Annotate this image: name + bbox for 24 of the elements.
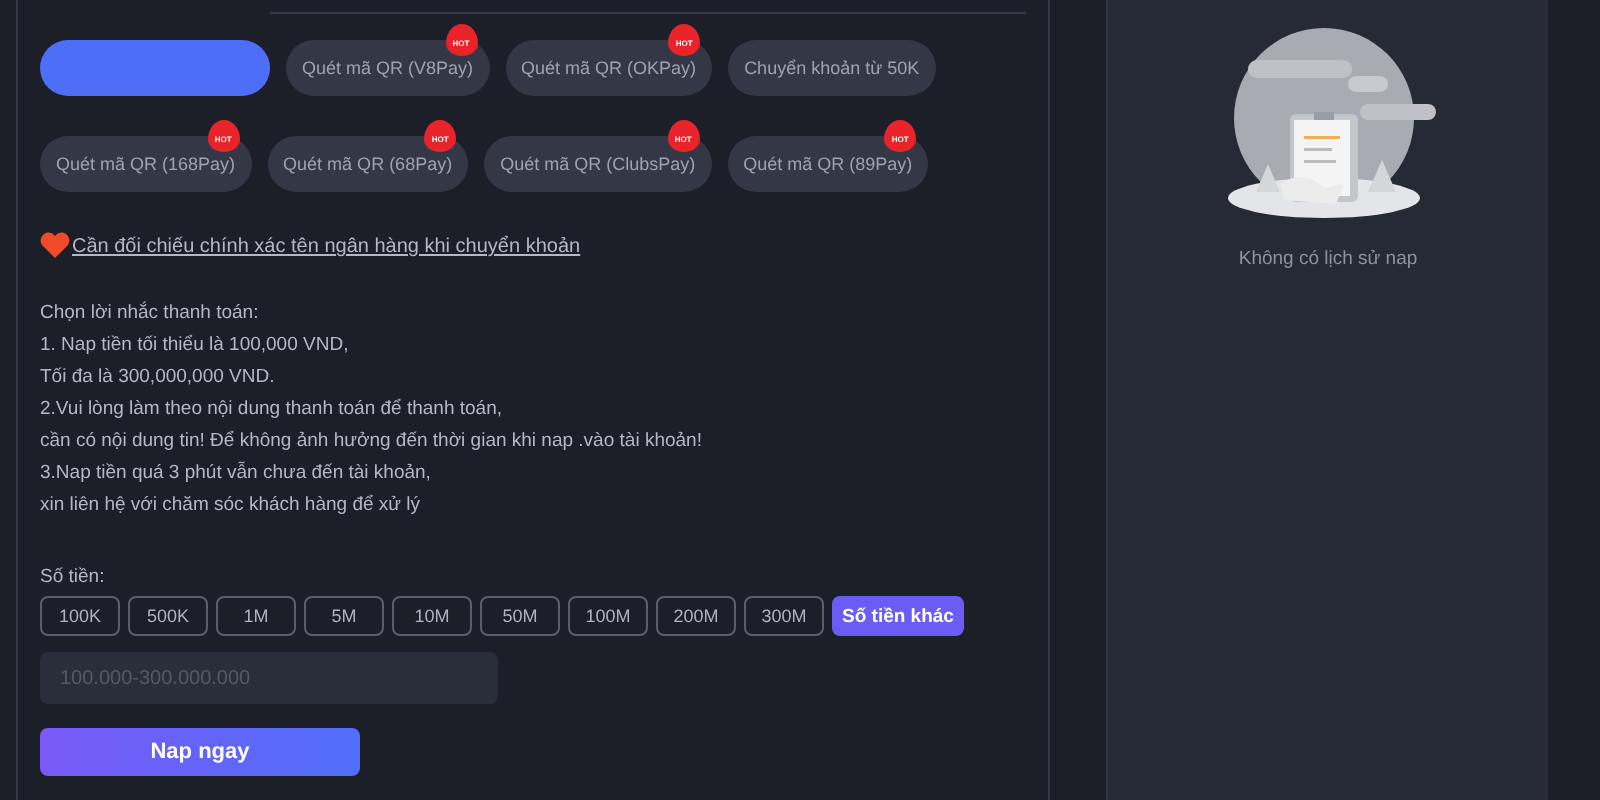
deposit-button[interactable]: Nap ngay (40, 728, 360, 776)
reminder-text: cần có nội dung tin! Để không ảnh hưởng đến thời gian khi nap .vào tài khoản! (40, 428, 704, 456)
amount-option[interactable]: Số tiền khác (832, 596, 964, 636)
reminder-text: 1. Nap tiền tối thiểu là 100,000 VND, (40, 332, 351, 360)
reminder-text: Tối đa là 300,000,000 VND. (40, 364, 277, 392)
reminder-text: Chọn lời nhắc thanh toán: (40, 299, 261, 328)
payment-method-tab[interactable] (40, 40, 270, 96)
reminder-text: 3.Nap tiền quá 3 phút vẫn chưa đến tài khoản, (40, 459, 433, 488)
amount-option[interactable]: 50M (480, 596, 560, 636)
amount-option[interactable]: 1M (216, 596, 296, 636)
amount-option[interactable]: 100M (568, 596, 648, 636)
payment-method-tab[interactable]: Chuyển khoản từ 50K (728, 40, 936, 96)
heart-icon (40, 232, 70, 258)
reminder-text: xin liên hệ với chăm sóc khách hàng để xử lý (40, 492, 423, 520)
amount-option[interactable]: 300M (744, 596, 824, 636)
amount-option[interactable]: 200M (656, 596, 736, 636)
amount-option[interactable]: 100K (40, 596, 120, 636)
amount-option[interactable]: 10M (392, 596, 472, 636)
reminder-text: 2.Vui lòng làm theo nội dung thanh toán để thanh toán, (40, 396, 504, 424)
empty-history-text: Không có lịch sử nap (1238, 248, 1418, 270)
amount-label: Số tiền: (40, 566, 107, 588)
amount-option[interactable]: 500K (128, 596, 208, 636)
amount-option[interactable]: 5M (304, 596, 384, 636)
notice-link[interactable]: Cần đối chiếu chính xác tên ngân hàng khi chuyển khoản (72, 236, 581, 258)
